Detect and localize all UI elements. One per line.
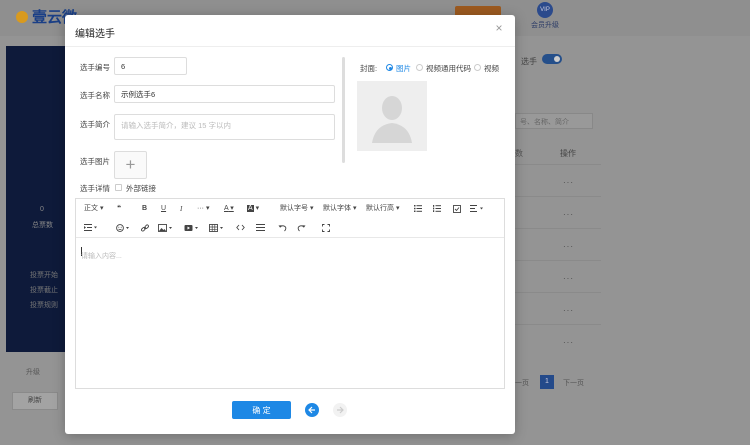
redo-icon[interactable] (296, 222, 306, 234)
cover-radio-image[interactable] (386, 64, 393, 71)
undo-icon[interactable] (277, 222, 287, 234)
divider-icon[interactable] (255, 222, 265, 234)
bold-button[interactable]: B (142, 203, 147, 215)
dialog-divider (65, 46, 515, 47)
table-dropdown[interactable] (209, 222, 227, 234)
external-link-label: 外部链接 (126, 184, 156, 193)
edit-contestant-dialog: 编辑选手 × 选手编号 6 选手名称 示例选手6 选手简介 请输入选手简介，建议… (65, 15, 515, 434)
row-more-icon[interactable]: ··· (563, 210, 574, 219)
panel-count-label: 总票数 (32, 222, 53, 229)
editor-toolbar: 正文 ▾ ❝ B U I ··· ▾ A ▾ A ▾ 默认字号 ▾ 默认字体 ▾… (76, 199, 504, 238)
font-color-dropdown[interactable]: A ▾ (224, 203, 234, 215)
form-scrollbar[interactable] (342, 57, 345, 163)
refresh-button[interactable]: 刷新 (12, 392, 58, 410)
intro-textarea[interactable]: 请输入选手简介，建议 15 字以内 (114, 114, 335, 140)
toggle-label: 选手 (521, 57, 537, 66)
close-icon[interactable]: × (493, 22, 505, 34)
bg-color-dropdown[interactable]: A ▾ (247, 203, 259, 215)
pager-current[interactable]: 1 (540, 375, 554, 389)
image-upload-button[interactable]: + (114, 151, 147, 179)
panel-count: 0 (40, 206, 44, 213)
row-more-icon[interactable]: ··· (563, 338, 574, 347)
link-icon[interactable] (140, 222, 150, 234)
image-dropdown[interactable] (158, 222, 176, 234)
vip-upgrade[interactable]: VIP 会员升级 (530, 2, 560, 30)
panel-bottom-label: 升级 (26, 369, 40, 376)
todo-checkbox-icon[interactable] (452, 203, 462, 215)
font-size-dropdown[interactable]: 默认字号 ▾ (280, 203, 313, 215)
row-more-icon[interactable]: ··· (563, 306, 574, 315)
cover-option-video: 视频 (484, 64, 499, 73)
numbered-list-icon[interactable] (432, 203, 442, 215)
fullscreen-icon[interactable] (321, 222, 331, 234)
preview-panel: 0 总票数 投票开始 投票截止 投票规则 (6, 46, 66, 352)
cover-radio-video[interactable] (474, 64, 481, 71)
row-more-icon[interactable]: ··· (563, 274, 574, 283)
arrow-right-icon (337, 406, 344, 414)
editor-content[interactable]: 请输入内容... (81, 251, 122, 261)
panel-item-vote-rules: 投票规则 (30, 302, 58, 309)
row-more-icon[interactable]: ··· (563, 178, 574, 187)
italic-button[interactable]: I (180, 203, 182, 215)
arrow-left-icon (308, 406, 315, 414)
align-dropdown[interactable] (470, 203, 486, 215)
name-input[interactable]: 示例选手6 (114, 85, 335, 103)
intro-label: 选手简介 (80, 120, 110, 129)
previous-contestant-button[interactable] (305, 403, 319, 417)
indent-dropdown[interactable] (84, 222, 100, 234)
cover-option-video-code: 视频通用代码 (426, 64, 471, 73)
dialog-title: 编辑选手 (75, 29, 115, 40)
panel-item-vote-end: 投票截止 (30, 287, 58, 294)
more-styles-dropdown[interactable]: ··· ▾ (197, 203, 209, 215)
cover-radio-video-code[interactable] (416, 64, 423, 71)
name-label: 选手名称 (80, 91, 110, 100)
next-contestant-button[interactable] (333, 403, 347, 417)
plus-icon: + (125, 155, 136, 174)
font-family-dropdown[interactable]: 默认字体 ▾ (323, 203, 356, 215)
pager-prev[interactable]: 一页 (515, 378, 529, 388)
vip-upgrade-label: 会员升级 (531, 22, 559, 29)
pager-next[interactable]: 下一页 (563, 378, 584, 388)
cover-option-image: 图片 (396, 64, 411, 73)
rich-text-editor: 正文 ▾ ❝ B U I ··· ▾ A ▾ A ▾ 默认字号 ▾ 默认字体 ▾… (75, 198, 505, 389)
video-dropdown[interactable] (184, 222, 202, 234)
bullet-list-icon[interactable] (413, 203, 423, 215)
table-header-extra: 数 (515, 149, 523, 158)
number-input[interactable]: 6 (114, 57, 187, 75)
underline-button[interactable]: U (161, 203, 166, 215)
vip-icon: VIP (537, 2, 553, 18)
panel-item-vote-start: 投票开始 (30, 272, 58, 279)
emoji-dropdown[interactable] (116, 222, 132, 234)
contestant-search-input[interactable]: 号、名称、简介 (515, 113, 593, 129)
code-icon[interactable] (235, 222, 245, 234)
confirm-button[interactable]: 确 定 (232, 401, 291, 419)
show-contestants-toggle[interactable] (542, 54, 562, 64)
paragraph-dropdown[interactable]: 正文 ▾ (84, 203, 103, 215)
line-height-dropdown[interactable]: 默认行高 ▾ (366, 203, 399, 215)
row-more-icon[interactable]: ··· (563, 242, 574, 251)
detail-label: 选手详情 (80, 184, 110, 193)
quote-icon[interactable]: ❝ (117, 203, 121, 215)
number-label: 选手编号 (80, 63, 110, 72)
contestant-table-bg: 选手 数 操作 ··· ··· ··· ··· ··· ··· (515, 46, 601, 386)
user-avatar-icon (372, 96, 412, 143)
external-link-checkbox[interactable] (115, 184, 122, 191)
table-header-action: 操作 (560, 149, 576, 158)
cover-image-placeholder[interactable] (357, 81, 427, 151)
image-label: 选手图片 (80, 157, 110, 166)
cover-label: 封面: (360, 64, 378, 73)
